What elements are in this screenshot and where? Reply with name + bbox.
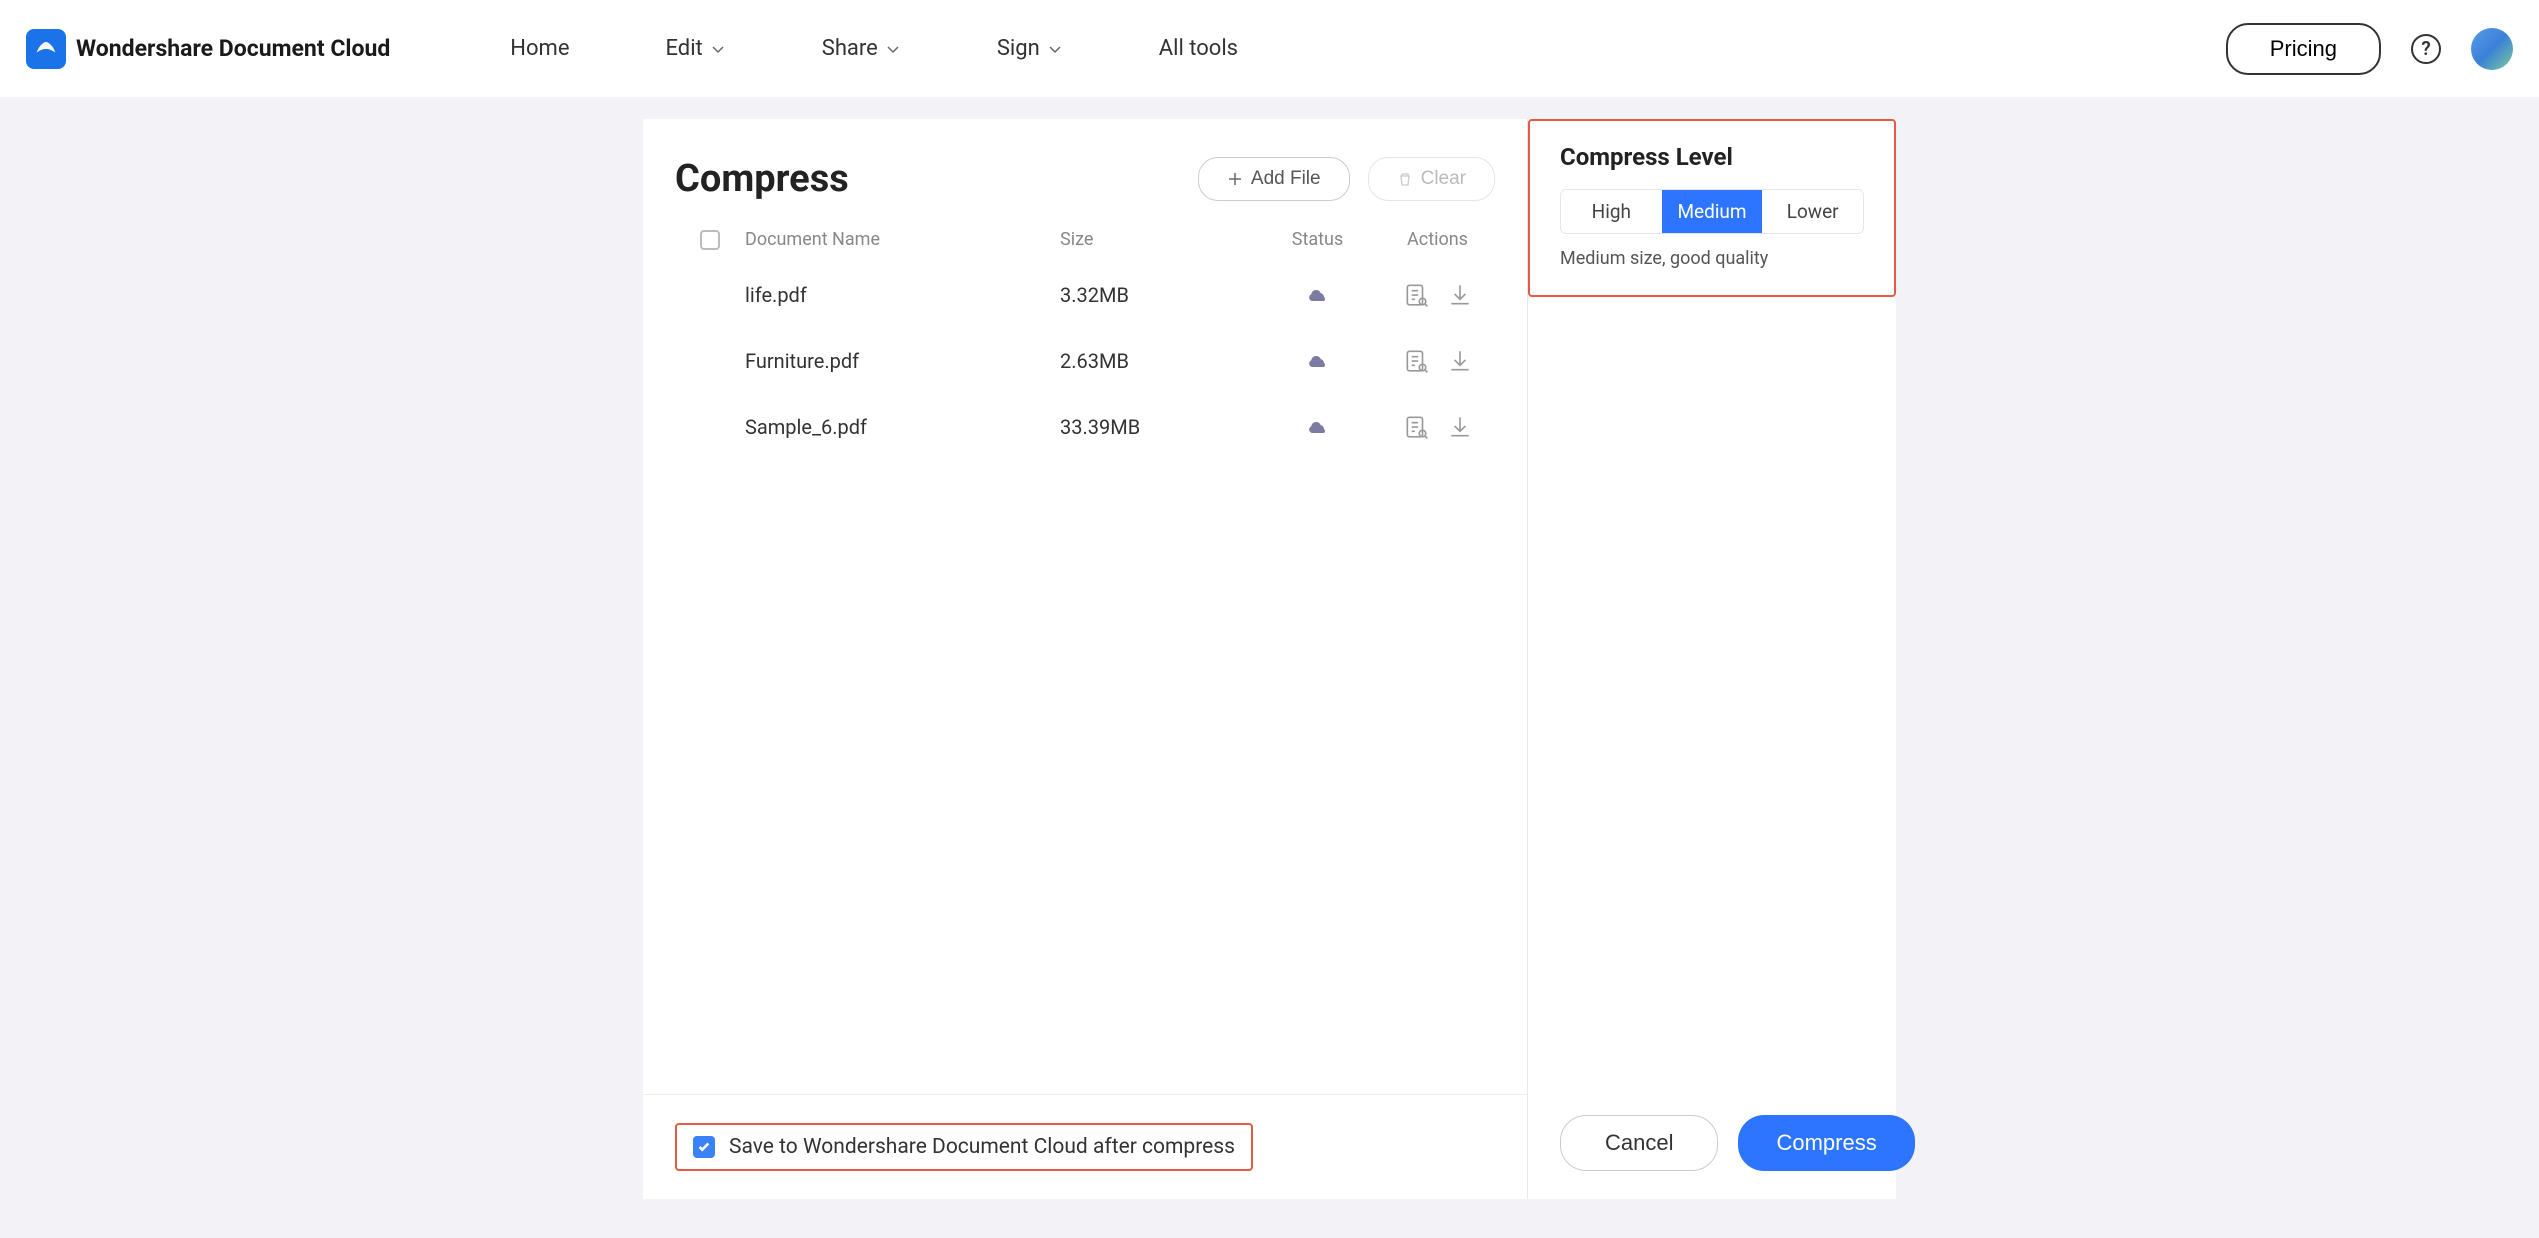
file-status (1255, 415, 1380, 440)
table-row: Furniture.pdf2.63MB (643, 328, 1527, 394)
details-icon[interactable] (1403, 414, 1429, 440)
level-high[interactable]: High (1561, 190, 1662, 233)
cloud-icon (1306, 349, 1330, 369)
download-icon[interactable] (1447, 348, 1473, 374)
compress-level-title: Compress Level (1560, 143, 1864, 171)
cloud-icon (1306, 415, 1330, 435)
nav-share-label: Share (822, 36, 878, 61)
header-right: Pricing ? (2226, 23, 2513, 75)
table-row: life.pdf3.32MB (643, 262, 1527, 328)
chevron-down-icon (1047, 41, 1063, 57)
table-header: Document Name Size Status Actions (643, 217, 1527, 262)
details-icon[interactable] (1403, 282, 1429, 308)
nav-edit-label: Edit (665, 36, 702, 61)
cancel-button[interactable]: Cancel (1560, 1115, 1718, 1171)
top-nav: Home Edit Share Sign All tools (510, 36, 1238, 61)
th-actions: Actions (1380, 229, 1495, 250)
level-medium[interactable]: Medium (1662, 190, 1763, 233)
workspace: Compress Add File Clear Document Name Si… (0, 97, 2539, 1199)
page-title: Compress (675, 157, 849, 201)
add-file-button[interactable]: Add File (1198, 157, 1350, 201)
brand-block[interactable]: Wondershare Document Cloud (26, 29, 390, 69)
level-segmented: High Medium Lower (1560, 189, 1864, 234)
nav-sign-label: Sign (997, 36, 1040, 61)
compress-level-panel: Compress Level High Medium Lower Medium … (1528, 119, 1896, 297)
file-status (1255, 349, 1380, 374)
left-head: Compress Add File Clear (643, 119, 1527, 217)
chevron-down-icon (885, 41, 901, 57)
file-size: 33.39MB (1060, 415, 1255, 439)
file-rows: life.pdf3.32MBFurniture.pdf2.63MBSample_… (643, 262, 1527, 460)
details-icon[interactable] (1403, 348, 1429, 374)
nav-home-label: Home (510, 36, 569, 61)
file-name: Furniture.pdf (745, 349, 1060, 373)
clear-button[interactable]: Clear (1368, 157, 1495, 201)
nav-edit[interactable]: Edit (665, 36, 725, 61)
nav-share[interactable]: Share (822, 36, 901, 61)
save-after-compress-wrap[interactable]: Save to Wondershare Document Cloud after… (675, 1123, 1253, 1171)
select-all-checkbox[interactable] (700, 230, 720, 250)
head-actions: Add File Clear (1198, 157, 1495, 201)
th-size: Size (1060, 229, 1255, 250)
help-icon[interactable]: ? (2411, 34, 2441, 64)
file-status (1255, 283, 1380, 308)
save-after-compress-checkbox[interactable] (693, 1136, 715, 1158)
brand-text: Wondershare Document Cloud (76, 35, 390, 62)
file-name: Sample_6.pdf (745, 415, 1060, 439)
download-icon[interactable] (1447, 414, 1473, 440)
left-pane: Compress Add File Clear Document Name Si… (643, 119, 1528, 1199)
file-name: life.pdf (745, 283, 1060, 307)
chevron-down-icon (710, 41, 726, 57)
right-footer: Cancel Compress (1528, 1087, 1896, 1199)
nav-sign[interactable]: Sign (997, 36, 1063, 61)
clear-label: Clear (1421, 168, 1466, 190)
main-panel: Compress Add File Clear Document Name Si… (643, 119, 1896, 1199)
file-size: 2.63MB (1060, 349, 1255, 373)
trash-icon (1397, 171, 1413, 187)
left-footer: Save to Wondershare Document Cloud after… (643, 1094, 1527, 1199)
add-file-label: Add File (1251, 168, 1321, 190)
compress-level-desc: Medium size, good quality (1560, 248, 1864, 269)
pricing-button[interactable]: Pricing (2226, 23, 2381, 75)
table-row: Sample_6.pdf33.39MB (643, 394, 1527, 460)
nav-all-tools[interactable]: All tools (1159, 36, 1238, 61)
nav-all-tools-label: All tools (1159, 36, 1238, 61)
file-size: 3.32MB (1060, 283, 1255, 307)
avatar[interactable] (2471, 28, 2513, 70)
th-status: Status (1255, 229, 1380, 250)
save-after-compress-label: Save to Wondershare Document Cloud after… (729, 1135, 1235, 1159)
right-pane: Compress Level High Medium Lower Medium … (1528, 119, 1896, 1199)
plus-icon (1227, 171, 1243, 187)
check-icon (697, 1140, 711, 1154)
level-lower[interactable]: Lower (1762, 190, 1863, 233)
cloud-icon (1306, 283, 1330, 303)
nav-home[interactable]: Home (510, 36, 569, 61)
brand-logo-icon (26, 29, 66, 69)
compress-button[interactable]: Compress (1738, 1115, 1914, 1171)
app-header: Wondershare Document Cloud Home Edit Sha… (0, 0, 2539, 97)
download-icon[interactable] (1447, 282, 1473, 308)
th-document-name: Document Name (745, 229, 1060, 250)
